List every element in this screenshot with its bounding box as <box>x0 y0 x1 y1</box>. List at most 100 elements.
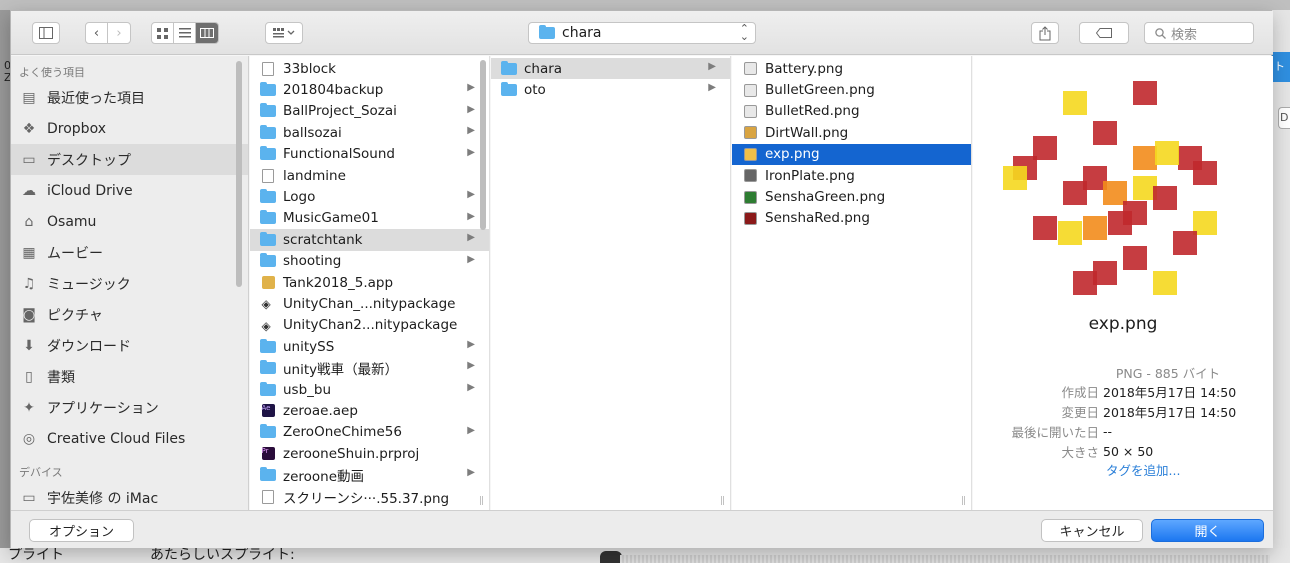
file-row[interactable]: BulletRed.png <box>732 101 971 122</box>
file-row[interactable]: landmine <box>250 165 489 186</box>
music-icon: ♫ <box>22 275 36 292</box>
folder-icon <box>260 467 276 482</box>
file-row[interactable]: unity戦車（最新） ▶ <box>250 357 489 378</box>
app-icon <box>261 276 275 290</box>
file-icon-slot <box>260 381 276 397</box>
file-name: FunctionalSound <box>283 146 395 163</box>
file-row[interactable]: スクリーンシ···.55.37.png <box>250 486 489 507</box>
file-row[interactable]: BallProject_Sozai ▶ <box>250 101 489 122</box>
file-row[interactable]: exp.png <box>732 143 971 165</box>
file-name: landmine <box>283 167 346 184</box>
sidebar-item[interactable]: ❖ Dropbox <box>11 113 248 144</box>
preview-file-name: exp.png <box>1088 314 1158 334</box>
view-list-button[interactable] <box>174 23 196 43</box>
file-row[interactable]: IronPlate.png <box>732 165 971 186</box>
file-row[interactable]: Battery.png <box>732 58 971 79</box>
sidebar-item-label: ダウンロード <box>47 338 131 355</box>
view-column-button[interactable] <box>196 23 218 43</box>
sprite-block <box>1063 91 1087 115</box>
column-1-scrollbar[interactable] <box>480 60 486 230</box>
sidebar-item[interactable]: ◙ ピクチャ <box>11 299 248 330</box>
sprite-block <box>1153 186 1177 210</box>
sidebar-item[interactable]: ♫ ミュージック <box>11 268 248 299</box>
column-resize-handle[interactable]: || <box>961 496 966 506</box>
file-row[interactable]: SenshaRed.png <box>732 208 971 229</box>
file-row[interactable]: Ae zeroae.aep <box>250 400 489 421</box>
sidebar-item-label: デスクトップ <box>47 152 131 169</box>
file-row[interactable]: shooting ▶ <box>250 251 489 272</box>
column-resize-handle[interactable]: || <box>720 496 725 506</box>
file-row[interactable]: MusicGame01 ▶ <box>250 208 489 229</box>
file-name: Tank2018_5.app <box>283 274 394 291</box>
background-hatch <box>620 555 1270 563</box>
premiere-icon: Pr <box>261 447 275 461</box>
folder-icon <box>260 103 276 118</box>
file-icon-slot: Pr <box>260 447 276 461</box>
sidebar-toggle-button[interactable] <box>32 22 60 44</box>
forward-button[interactable]: › <box>108 23 130 43</box>
file-name: SenshaGreen.png <box>765 189 886 206</box>
file-row[interactable]: FunctionalSound ▶ <box>250 144 489 165</box>
folder-icon <box>539 25 555 39</box>
path-popup[interactable]: chara ⌃ ⌄ <box>528 22 756 44</box>
column-resize-handle[interactable]: || <box>479 496 484 506</box>
file-row[interactable]: DirtWall.png <box>732 122 971 143</box>
search-field[interactable]: 検索 <box>1144 22 1254 44</box>
tag-icon <box>1096 28 1112 38</box>
sidebar-item[interactable]: ✦ アプリケーション <box>11 392 248 423</box>
open-button[interactable]: 開く <box>1151 519 1264 542</box>
sidebar: よく使う項目 ▤ 最近使った項目 ❖ Dropbox ▭ デスクトップ ☁ iCloud Dr… <box>11 56 249 510</box>
file-row[interactable]: 201804backup ▶ <box>250 79 489 100</box>
arrange-menu-button[interactable] <box>265 22 303 44</box>
back-button[interactable]: ‹ <box>86 23 108 43</box>
sidebar-item[interactable]: ⬇ ダウンロード <box>11 330 248 361</box>
sidebar-item[interactable]: ▯ 書類 <box>11 361 248 392</box>
file-row[interactable]: Logo ▶ <box>250 186 489 207</box>
background-right-strip: ト <box>1272 52 1290 82</box>
image-file-icon <box>743 83 757 97</box>
share-button[interactable] <box>1031 22 1059 44</box>
file-row[interactable]: SenshaGreen.png <box>732 186 971 207</box>
add-tag-link[interactable]: タグを追加... <box>1106 460 1180 479</box>
sidebar-item[interactable]: ⌂ Osamu <box>11 206 248 237</box>
options-button[interactable]: オプション <box>29 519 134 542</box>
file-row[interactable]: Tank2018_5.app <box>250 272 489 293</box>
sprite-block <box>1033 216 1057 240</box>
background-right-button[interactable]: D <box>1278 107 1290 129</box>
sidebar-item[interactable]: ▭ 宇佐美修 の iMac <box>11 482 248 510</box>
cancel-button[interactable]: キャンセル <box>1041 519 1143 542</box>
file-name: BallProject_Sozai <box>283 103 397 120</box>
file-row[interactable]: ◈ UnityChan2...nitypackage <box>250 315 489 336</box>
sidebar-scrollbar[interactable] <box>236 61 242 287</box>
file-row[interactable]: 33block <box>250 58 489 79</box>
file-row[interactable]: usb_bu ▶ <box>250 379 489 400</box>
sidebar-item[interactable]: ◎ Creative Cloud Files <box>11 423 248 454</box>
file-row[interactable]: zeroone動画 ▶ <box>250 464 489 485</box>
view-icon-button[interactable] <box>152 23 174 43</box>
sidebar-item[interactable]: ☁ iCloud Drive <box>11 175 248 206</box>
sidebar-item[interactable]: ▭ デスクトップ <box>11 144 248 175</box>
preview-meta-value: 50 × 50 <box>1103 443 1154 459</box>
nav-back-forward: ‹ › <box>85 22 131 44</box>
file-icon-slot <box>260 189 276 204</box>
file-icon-slot <box>742 126 758 140</box>
sidebar-item[interactable]: ▤ 最近使った項目 <box>11 82 248 113</box>
sidebar-item[interactable]: ▦ ムービー <box>11 237 248 268</box>
file-row[interactable]: unitySS ▶ <box>250 336 489 357</box>
sidebar-item-label: ミュージック <box>47 276 131 293</box>
background-left-edge <box>0 10 10 563</box>
file-row[interactable]: BulletGreen.png <box>732 79 971 100</box>
movie-icon: ▦ <box>22 244 36 261</box>
camera-icon: ◙ <box>22 306 36 323</box>
file-row[interactable]: ZeroOneChime56 ▶ <box>250 422 489 443</box>
file-name: exp.png <box>765 146 820 163</box>
file-row[interactable]: chara ▶ <box>491 58 730 80</box>
file-row[interactable]: scratchtank ▶ <box>250 229 489 251</box>
tags-button[interactable] <box>1079 22 1129 44</box>
file-row[interactable]: ◈ UnityChan_...nitypackage <box>250 293 489 314</box>
file-row[interactable]: oto ▶ <box>491 79 730 100</box>
open-file-dialog: ‹ › chara ⌃ ⌄ 検索 よく使う項目 ▤ 最近使った項目 ❖ Drop… <box>10 10 1273 548</box>
file-name: shooting <box>283 253 342 270</box>
file-row[interactable]: Pr zerooneShuin.prproj <box>250 443 489 464</box>
file-row[interactable]: ballsozai ▶ <box>250 122 489 143</box>
